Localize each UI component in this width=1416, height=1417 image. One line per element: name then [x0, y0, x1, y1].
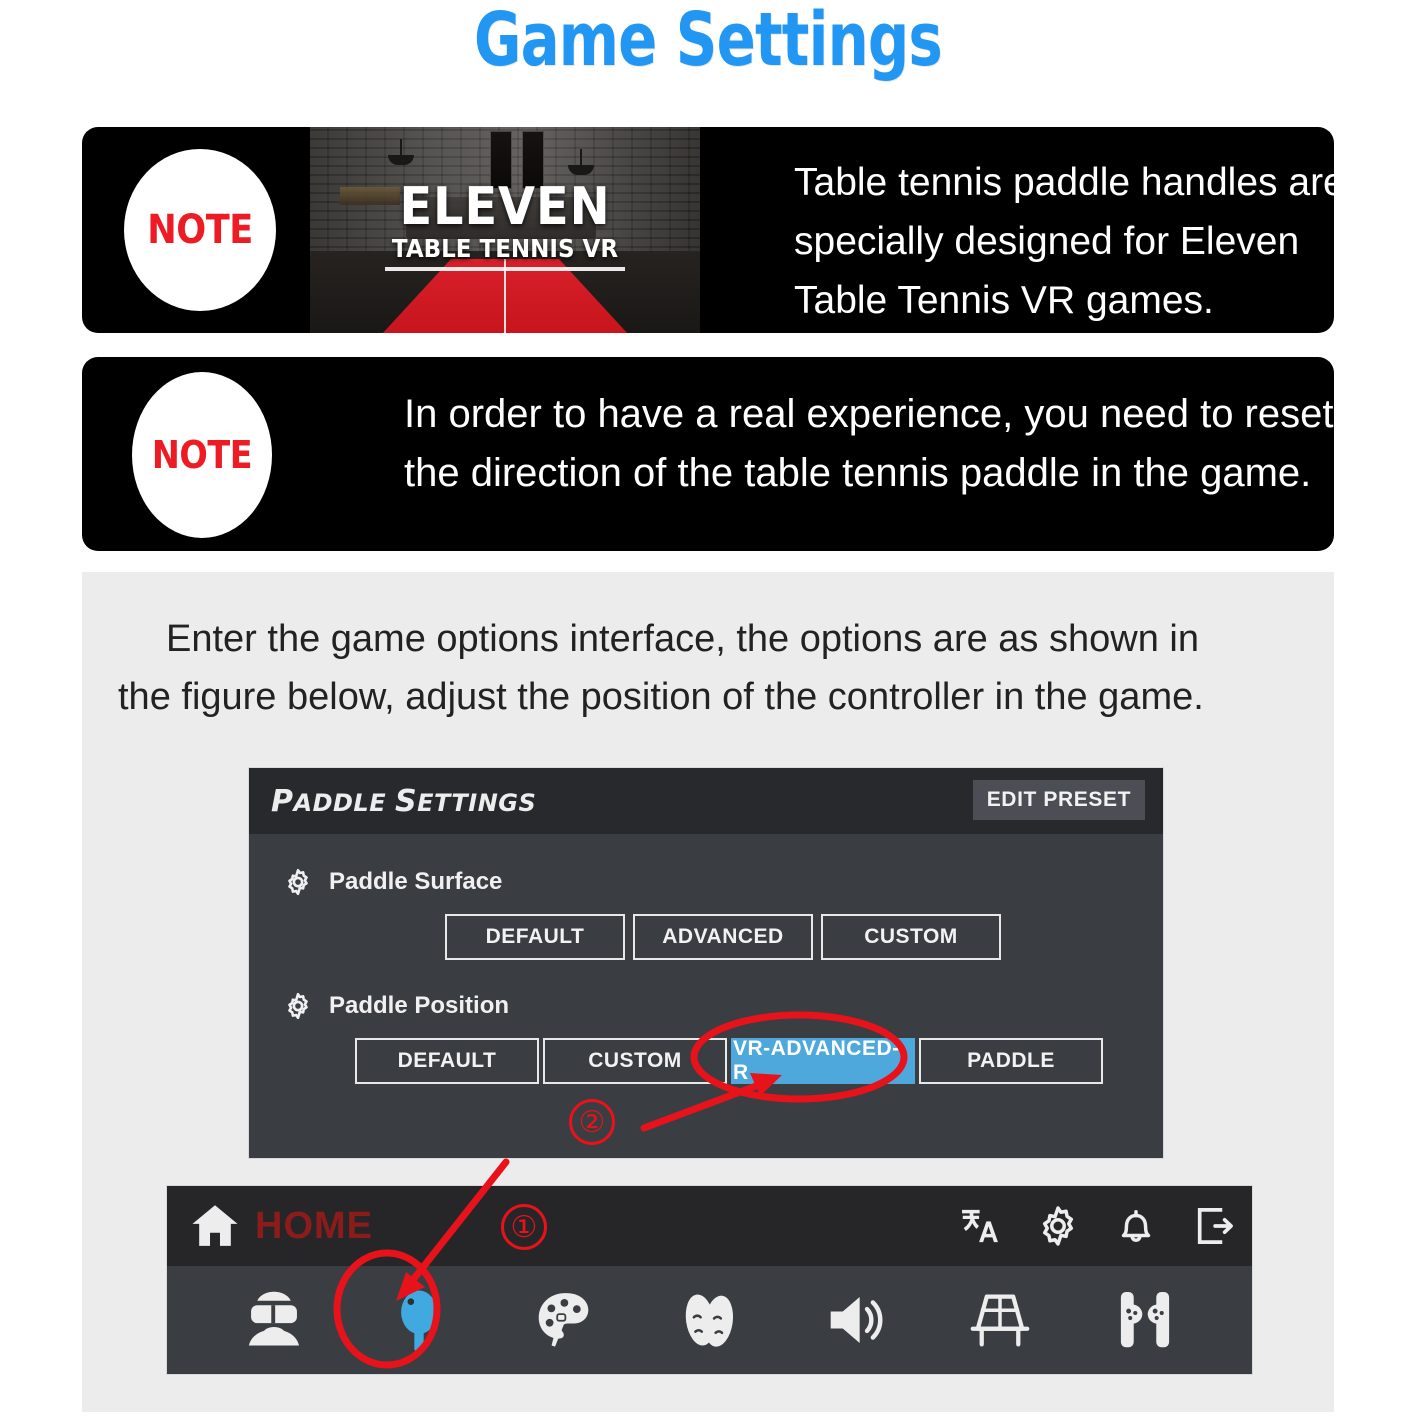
paddle-position-label: Paddle Position	[329, 992, 510, 1019]
thumbnail-title-line1: ELEVEN	[399, 177, 611, 237]
paddle-surface-option-custom[interactable]: CUSTOM	[821, 914, 1001, 960]
thumbnail-title: ELEVEN TABLE TENNIS VR	[310, 181, 700, 263]
paddle-icon[interactable]	[384, 1285, 454, 1355]
paddle-settings-panel: PADDLE SETTINGS EDIT PRESET Paddle Surfa…	[248, 767, 1164, 1159]
note-box-1: NOTE ELEVEN TABLE TENNIS VR Table tennis…	[82, 127, 1334, 333]
row-paddle-position: Paddle Position DEFAULT CUSTOM VR-ADVANC…	[249, 980, 1163, 1084]
exit-icon[interactable]	[1192, 1204, 1236, 1248]
paddle-position-option-default[interactable]: DEFAULT	[355, 1038, 539, 1084]
game-home-bar: HOME	[166, 1185, 1253, 1375]
instruction-line-1: Enter the game options interface, the op…	[166, 618, 1199, 660]
note-line: Table Tennis VR games.	[794, 279, 1214, 322]
row-paddle-surface: Paddle Surface DEFAULT ADVANCED CUSTOM	[249, 856, 1163, 960]
paddle-position-options: DEFAULT CUSTOM VR-ADVANCED-R PADDLE	[355, 1037, 1163, 1084]
paddle-position-option-vr-advanced-r[interactable]: VR-ADVANCED-R	[731, 1037, 915, 1084]
note-badge-1: NOTE	[124, 149, 276, 311]
title-ettings: ETTINGS	[417, 788, 537, 817]
note-line: the direction of the table tennis paddle…	[404, 451, 1312, 495]
controllers-icon[interactable]	[1110, 1285, 1180, 1355]
page-root: Game Settings NOTE ELEVEN TABLE TENNIS V…	[0, 0, 1416, 1417]
home-label: HOME	[255, 1204, 373, 1247]
instruction-line-2: the figure below, adjust the position of…	[118, 676, 1204, 718]
edit-preset-button[interactable]: EDIT PRESET	[972, 780, 1145, 820]
note-text-1: Table tennis paddle handles are speciall…	[794, 153, 1334, 330]
home-bar-top: HOME	[167, 1186, 1252, 1266]
masks-icon[interactable]	[674, 1285, 744, 1355]
table-icon[interactable]	[965, 1285, 1035, 1355]
note-line: specially designed for Eleven	[794, 220, 1300, 263]
note-line: In order to have a real experience, you …	[404, 392, 1334, 436]
paddle-surface-option-default[interactable]: DEFAULT	[445, 914, 625, 960]
note-box-2: NOTE In order to have a real experience,…	[82, 357, 1334, 551]
page-title: Game Settings	[473, 0, 943, 83]
note-badge-label: NOTE	[147, 207, 253, 253]
home-icon[interactable]	[189, 1200, 241, 1252]
gear-icon	[283, 991, 313, 1021]
speaker-icon[interactable]	[820, 1285, 890, 1355]
thumbnail-net	[385, 267, 625, 271]
note-text-2: In order to have a real experience, you …	[404, 385, 1334, 503]
note-line: Table tennis paddle handles are	[794, 161, 1334, 204]
note-badge-label: NOTE	[151, 433, 253, 477]
title-addle: ADDLE	[293, 788, 395, 817]
paddle-surface-label: Paddle Surface	[329, 868, 503, 895]
home-bar-right-icons	[958, 1186, 1236, 1266]
note-badge-2: NOTE	[132, 372, 272, 538]
home-bar-icon-row	[167, 1266, 1252, 1374]
paddle-position-option-custom[interactable]: CUSTOM	[543, 1038, 727, 1084]
marker-one: ①	[501, 1204, 547, 1250]
thumbnail-title-line2: TABLE TENNIS VR	[391, 234, 619, 263]
paddle-position-label-wrap: Paddle Position	[249, 980, 1163, 1032]
palette-icon[interactable]	[529, 1285, 599, 1355]
title-cap-s: S	[394, 783, 418, 819]
paddle-settings-title: PADDLE SETTINGS	[271, 784, 536, 819]
vr-avatar-icon[interactable]	[239, 1285, 309, 1355]
paddle-settings-header: PADDLE SETTINGS EDIT PRESET	[249, 768, 1163, 834]
paddle-position-option-paddle[interactable]: PADDLE	[919, 1038, 1103, 1084]
gear-icon[interactable]	[1036, 1204, 1080, 1248]
title-cap-p: P	[271, 783, 294, 819]
paddle-surface-option-advanced[interactable]: ADVANCED	[633, 914, 813, 960]
gear-icon	[283, 867, 313, 897]
translate-icon[interactable]	[958, 1204, 1002, 1248]
game-thumbnail: ELEVEN TABLE TENNIS VR	[310, 127, 700, 333]
paddle-surface-options: DEFAULT ADVANCED CUSTOM	[445, 914, 1163, 960]
instruction-text: Enter the game options interface, the op…	[118, 610, 1298, 726]
paddle-surface-label-wrap: Paddle Surface	[249, 856, 1163, 908]
bell-icon[interactable]	[1114, 1204, 1158, 1248]
marker-two: ②	[569, 1099, 615, 1145]
instruction-panel: Enter the game options interface, the op…	[82, 572, 1334, 1412]
